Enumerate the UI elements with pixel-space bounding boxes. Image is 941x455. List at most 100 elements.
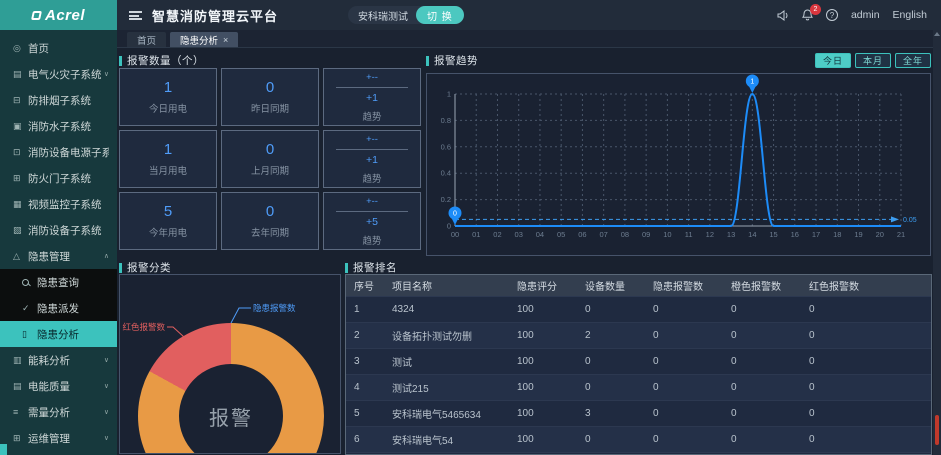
trend-range-button-1[interactable]: 本月 bbox=[855, 53, 891, 68]
table-cell: 4324 bbox=[384, 296, 509, 322]
sidebar-item-hazard-analysis[interactable]: ▯隐患分析 bbox=[0, 321, 117, 347]
tabbar: 首页隐患分析× bbox=[117, 30, 933, 48]
table-cell: 测试215 bbox=[384, 374, 509, 400]
table-cell: 0 bbox=[645, 348, 723, 374]
sidebar-item-label: 视频监控子系统 bbox=[28, 197, 102, 212]
table-cell: 6 bbox=[346, 426, 384, 452]
notification-badge: 2 bbox=[810, 4, 821, 15]
announcement-icon[interactable] bbox=[777, 10, 789, 21]
switch-project-button[interactable]: 切 换 bbox=[416, 6, 464, 24]
app-window: Acrel 智慧消防管理云平台 安科瑞测试 切 换 2 ? admin Engl… bbox=[0, 0, 941, 455]
card-label: 今日用电 bbox=[149, 101, 187, 115]
table-cell: 1 bbox=[346, 296, 384, 322]
card-label: 去年同期 bbox=[251, 225, 289, 239]
device-icon: ▧ bbox=[13, 225, 28, 236]
username[interactable]: admin bbox=[851, 9, 880, 21]
main-content: 报警数量（个） 1今日用电0昨日同期+--+1趋势1当月用电0上月同期+--+1… bbox=[117, 48, 933, 455]
sidebar-item-hazard-query[interactable]: 隐患查询 bbox=[0, 269, 117, 295]
alarm-card-3: 1当月用电 bbox=[119, 130, 217, 188]
trend-range-button-2[interactable]: 全年 bbox=[895, 53, 931, 68]
alarm-card-8: +--+5趋势 bbox=[323, 192, 421, 250]
sidebar-item-label: 首页 bbox=[28, 41, 49, 56]
table-cell: 2 bbox=[346, 322, 384, 348]
card-label: 趋势 bbox=[362, 171, 381, 185]
smoke-icon: ⊟ bbox=[13, 95, 28, 106]
alarm-card-4: 0上月同期 bbox=[221, 130, 319, 188]
table-cell: 0 bbox=[645, 374, 723, 400]
svg-text:16: 16 bbox=[791, 230, 799, 239]
sidebar-item-energy-analysis[interactable]: ▥能耗分析∨ bbox=[0, 347, 117, 373]
scrollbar-thumb[interactable] bbox=[935, 415, 939, 445]
alarm-card-7: 0去年同期 bbox=[221, 192, 319, 250]
sidebar-item-label: 运维管理 bbox=[28, 431, 70, 446]
svg-text:01: 01 bbox=[472, 230, 480, 239]
table-cell: 0 bbox=[801, 322, 931, 348]
project-name: 安科瑞测试 bbox=[358, 8, 408, 23]
svg-text:09: 09 bbox=[642, 230, 650, 239]
svg-text:06: 06 bbox=[578, 230, 586, 239]
sidebar-item-electrical-fire[interactable]: ▤电气火灾子系统∨ bbox=[0, 61, 117, 87]
sidebar-item-video-monitor[interactable]: ▦视频监控子系统 bbox=[0, 191, 117, 217]
svg-text:0.6: 0.6 bbox=[441, 142, 451, 151]
demand-icon: ≡ bbox=[13, 407, 28, 417]
bell-icon[interactable]: 2 bbox=[802, 9, 813, 21]
doc-icon: ▯ bbox=[22, 329, 37, 340]
card-label: 趋势 bbox=[362, 109, 381, 123]
table-row[interactable]: 5安科瑞电气54656341003000 bbox=[346, 400, 931, 426]
menu-collapse-icon[interactable] bbox=[129, 11, 142, 20]
column-header: 隐患评分 bbox=[509, 275, 577, 296]
table-row[interactable]: 4测试2151000000 bbox=[346, 374, 931, 400]
energy-icon: ▥ bbox=[13, 355, 28, 366]
pie-label-hazard-alarms: 隐患报警数 bbox=[253, 303, 296, 313]
quality-icon: ▤ bbox=[13, 381, 28, 392]
table-cell: 100 bbox=[509, 426, 577, 452]
sidebar-item-fire-door[interactable]: ⊞防火门子系统 bbox=[0, 165, 117, 191]
sidebar-item-ops-mgmt[interactable]: ⊞运维管理∨ bbox=[0, 425, 117, 451]
ranking-table: 序号项目名称隐患评分设备数量隐患报警数橙色报警数红色报警数 1432410000… bbox=[346, 275, 931, 455]
alarm-ranking-title: 报警排名 bbox=[345, 260, 932, 275]
close-icon[interactable]: × bbox=[223, 35, 228, 45]
sidebar-item-hazard-mgmt[interactable]: △隐患管理∧ bbox=[0, 243, 117, 269]
sidebar-item-smoke-control[interactable]: ⊟防排烟子系统 bbox=[0, 87, 117, 113]
sidebar-item-fire-power[interactable]: ⊡消防设备电源子系统 bbox=[0, 139, 117, 165]
alarm-card-5: +--+1趋势 bbox=[323, 130, 421, 188]
table-cell: 0 bbox=[723, 400, 801, 426]
sidebar-item-hazard-dispatch[interactable]: ✓隐患派发 bbox=[0, 295, 117, 321]
acrel-logo: Acrel bbox=[0, 0, 117, 30]
sidebar-item-label: 隐患查询 bbox=[37, 275, 79, 290]
svg-text:1: 1 bbox=[750, 79, 754, 86]
sidebar-item-fire-device[interactable]: ▧消防设备子系统 bbox=[0, 217, 117, 243]
svg-text:00: 00 bbox=[451, 230, 459, 239]
help-icon[interactable]: ? bbox=[826, 9, 838, 21]
table-cell: 0 bbox=[723, 426, 801, 452]
table-row[interactable]: 143241000000 bbox=[346, 296, 931, 322]
ops-icon: ⊞ bbox=[13, 433, 28, 444]
table-row[interactable]: 2设备拓扑测试勿删1002000 bbox=[346, 322, 931, 348]
alarm-classification-title: 报警分类 bbox=[119, 260, 341, 275]
table-row[interactable]: 3测试1000000 bbox=[346, 348, 931, 374]
sidebar-item-power-quality[interactable]: ▤电能质量∨ bbox=[0, 373, 117, 399]
svg-text:18: 18 bbox=[833, 230, 841, 239]
main-scrollbar[interactable] bbox=[933, 30, 941, 455]
trend-range-button-0[interactable]: 今日 bbox=[815, 53, 851, 68]
sidebar-item-label: 防火门子系统 bbox=[28, 171, 91, 186]
table-cell: 0 bbox=[801, 400, 931, 426]
sidebar-item-home[interactable]: ◎首页 bbox=[0, 35, 117, 61]
sidebar-item-label: 隐患派发 bbox=[37, 301, 79, 316]
scroll-up-icon[interactable] bbox=[934, 32, 940, 36]
sidebar-item-label: 隐患管理 bbox=[28, 249, 70, 264]
sidebar-item-user-report[interactable]: ▯用户报告 bbox=[0, 451, 117, 455]
sidebar-item-fire-water[interactable]: ▣消防水子系统 bbox=[0, 113, 117, 139]
card-label: 上月同期 bbox=[251, 163, 289, 177]
alarm-card-6: 5今年用电 bbox=[119, 192, 217, 250]
table-row[interactable]: 6安科瑞电气541000000 bbox=[346, 426, 931, 452]
card-label: 昨日同期 bbox=[251, 101, 289, 115]
table-cell: 设备拓扑测试勿删 bbox=[384, 322, 509, 348]
sidebar-item-demand-analysis[interactable]: ≡需量分析∨ bbox=[0, 399, 117, 425]
door-icon: ⊞ bbox=[13, 173, 28, 184]
language-toggle[interactable]: English bbox=[893, 9, 927, 21]
tab-1[interactable]: 隐患分析× bbox=[170, 32, 238, 47]
svg-text:15: 15 bbox=[769, 230, 777, 239]
table-cell: 0 bbox=[801, 426, 931, 452]
tab-0[interactable]: 首页 bbox=[127, 32, 166, 47]
